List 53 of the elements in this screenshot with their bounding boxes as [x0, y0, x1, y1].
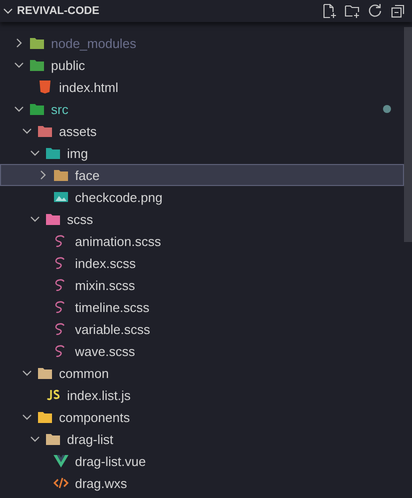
item-name: common: [59, 366, 109, 380]
item-name: drag.wxs: [75, 476, 128, 490]
tree-item[interactable]: variable.scss: [0, 318, 404, 340]
item-name: components: [59, 410, 130, 424]
tree-item[interactable]: drag-list.vue: [0, 450, 404, 472]
tree-item[interactable]: wave.scss: [0, 340, 404, 362]
collapse-all-icon[interactable]: [390, 3, 406, 19]
tree-item[interactable]: index.html: [0, 76, 404, 98]
refresh-icon[interactable]: [367, 3, 383, 19]
new-file-icon[interactable]: [321, 3, 337, 19]
tree-item[interactable]: scss: [0, 208, 404, 230]
item-name: face: [75, 168, 100, 182]
item-name: variable.scss: [75, 322, 150, 336]
item-name: img: [67, 146, 88, 160]
tree-item[interactable]: checkcode.png: [0, 186, 404, 208]
item-name: index.list.js: [67, 388, 131, 402]
tree-item[interactable]: index.scss: [0, 252, 404, 274]
item-name: index.html: [59, 80, 118, 94]
tree-item[interactable]: components: [0, 406, 404, 428]
item-name: timeline.scss: [75, 300, 150, 314]
tree-item[interactable]: mixin.scss: [0, 274, 404, 296]
item-name: drag-list: [67, 432, 114, 446]
item-name: assets: [59, 124, 97, 138]
tree-item[interactable]: assets: [0, 120, 404, 142]
item-name: mixin.scss: [75, 278, 135, 292]
item-name: src: [51, 102, 68, 116]
item-name: drag-list.vue: [75, 454, 146, 468]
modified-dot: [383, 105, 391, 113]
scrollbar[interactable]: [404, 27, 412, 242]
image-icon: [53, 190, 69, 204]
item-name: animation.scss: [75, 234, 161, 248]
tree-item[interactable]: public: [0, 54, 404, 76]
tree-item[interactable]: animation.scss: [0, 230, 404, 252]
js-icon: [45, 388, 61, 402]
new-folder-icon[interactable]: [344, 3, 360, 19]
shield-icon: [37, 80, 53, 94]
tree-item[interactable]: index.list.js: [0, 384, 404, 406]
tree-item[interactable]: img: [0, 142, 404, 164]
item-name: index.scss: [75, 256, 136, 270]
code-icon: [53, 476, 69, 490]
tree-item[interactable]: src: [0, 98, 404, 120]
project-title: REVIVAL-CODE: [17, 5, 100, 17]
tree-item[interactable]: drag-list: [0, 428, 404, 450]
tree-item[interactable]: face: [0, 164, 404, 186]
tree-item[interactable]: timeline.scss: [0, 296, 404, 318]
item-name: wave.scss: [75, 344, 135, 358]
item-name: checkcode.png: [75, 190, 162, 204]
vue-icon: [53, 454, 69, 468]
tree-item[interactable]: drag.wxs: [0, 472, 404, 494]
tree-item[interactable]: common: [0, 362, 404, 384]
item-name: public: [51, 58, 85, 72]
item-name: scss: [67, 212, 93, 226]
item-name: node_modules: [51, 36, 136, 50]
